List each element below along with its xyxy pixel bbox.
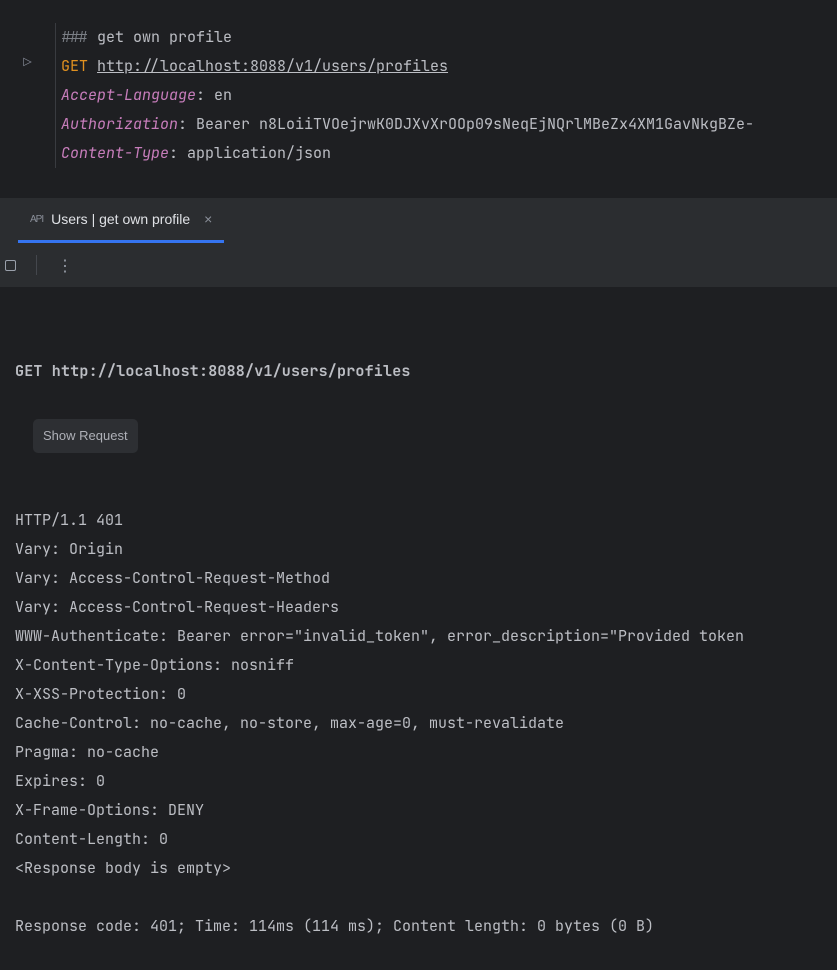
comment-marker: ###	[61, 27, 88, 47]
close-icon[interactable]: ×	[204, 211, 212, 227]
editor-gutter: ▷	[0, 23, 55, 168]
response-header-line: X-XSS-Protection: 0	[15, 684, 186, 704]
header-name-content-type: Content-Type	[61, 143, 169, 163]
response-request-line: GET http://localhost:8088/v1/users/profi…	[15, 357, 822, 386]
http-method: GET	[61, 56, 88, 76]
response-header-line: Pragma: no-cache	[15, 742, 159, 762]
response-header-line: Vary: Origin	[15, 539, 123, 559]
response-header-line: Vary: Access-Control-Request-Method	[15, 568, 330, 588]
response-body[interactable]: HTTP/1.1 401 Vary: Origin Vary: Access-C…	[15, 506, 822, 941]
comment-text: get own profile	[97, 27, 232, 47]
header-value-accept-language: en	[214, 85, 232, 105]
toolbar-separator	[36, 255, 37, 275]
api-icon: API	[30, 214, 43, 225]
response-header-line: Expires: 0	[15, 771, 105, 791]
run-tool-window-tabs: API Users | get own profile ×	[0, 198, 837, 243]
response-header-line: Cache-Control: no-cache, no-store, max-a…	[15, 713, 564, 733]
response-header-line: Content-Length: 0	[15, 829, 168, 849]
response-status-line: HTTP/1.1 401	[15, 510, 123, 530]
code-area[interactable]: ### get own profile GET http://localhost…	[56, 23, 754, 168]
http-request-editor: ▷ ### get own profile GET http://localho…	[0, 0, 837, 198]
response-header-line: Vary: Access-Control-Request-Headers	[15, 597, 339, 617]
header-value-content-type: application/json	[187, 143, 331, 163]
request-url[interactable]: http://localhost:8088/v1/users/profiles	[97, 56, 448, 76]
tab-users-get-own-profile[interactable]: API Users | get own profile ×	[18, 198, 224, 243]
show-request-button[interactable]: Show Request	[33, 419, 138, 453]
header-name-authorization: Authorization	[61, 114, 178, 134]
response-body-note: <Response body is empty>	[15, 858, 231, 878]
run-toolbar: ⋮	[0, 243, 837, 287]
response-header-line: WWW-Authenticate: Bearer error="invalid_…	[15, 626, 744, 646]
response-header-line: X-Frame-Options: DENY	[15, 800, 204, 820]
run-icon[interactable]: ▷	[23, 54, 31, 72]
more-actions-icon[interactable]: ⋮	[57, 255, 73, 276]
response-summary: Response code: 401; Time: 114ms (114 ms)…	[15, 916, 654, 936]
header-value-authorization: Bearer n8LoiiTVOejrwK0DJXvXrOOp09sNeqEjN…	[196, 114, 754, 134]
header-name-accept-language: Accept-Language	[61, 85, 196, 105]
response-header-line: X-Content-Type-Options: nosniff	[15, 655, 294, 675]
tab-label: Users | get own profile	[51, 211, 190, 227]
stop-icon[interactable]	[5, 260, 16, 271]
response-pane: GET http://localhost:8088/v1/users/profi…	[0, 287, 837, 970]
